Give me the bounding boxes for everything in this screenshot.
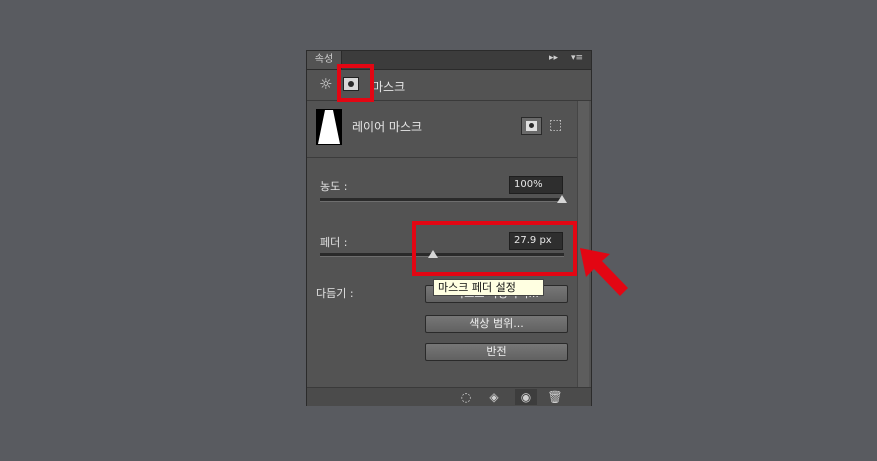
density-input[interactable]: 100% (509, 176, 563, 194)
refine-label: 다듬기 : (316, 287, 354, 300)
panel-title: 마스크 (372, 80, 406, 94)
feather-tooltip: 마스크 페더 설정 (433, 279, 544, 296)
eye-icon[interactable]: ◉ (515, 389, 537, 405)
sun-icon[interactable]: ☼ (319, 77, 332, 92)
density-slider-thumb[interactable] (557, 195, 567, 203)
pointer-arrow-icon (580, 248, 628, 296)
color-range-button[interactable]: 색상 범위... (425, 315, 568, 333)
pixel-mask-icon[interactable] (521, 117, 542, 135)
collapse-icon[interactable]: ▸▸ (549, 53, 558, 63)
layer-mask-label: 레이어 마스크 (352, 120, 423, 134)
feather-label: 페더 : (320, 236, 348, 249)
panel-footer: ◌ ◈ ◉ 🗑 (307, 387, 591, 406)
vector-mask-icon[interactable]: ⬚ (549, 118, 562, 132)
panel-menu-icon[interactable]: ▾≡ (571, 53, 583, 63)
density-label: 농도 : (320, 180, 348, 193)
feather-highlight (412, 221, 577, 276)
density-slider[interactable] (320, 198, 564, 202)
mask-thumbnail (316, 109, 342, 145)
mask-icon-highlight (337, 64, 374, 102)
apply-mask-icon[interactable]: ◈ (483, 389, 505, 405)
trash-icon[interactable]: 🗑 (544, 389, 566, 405)
dotted-circle-icon[interactable]: ◌ (455, 389, 477, 405)
invert-button[interactable]: 반전 (425, 343, 568, 361)
divider (307, 157, 577, 158)
